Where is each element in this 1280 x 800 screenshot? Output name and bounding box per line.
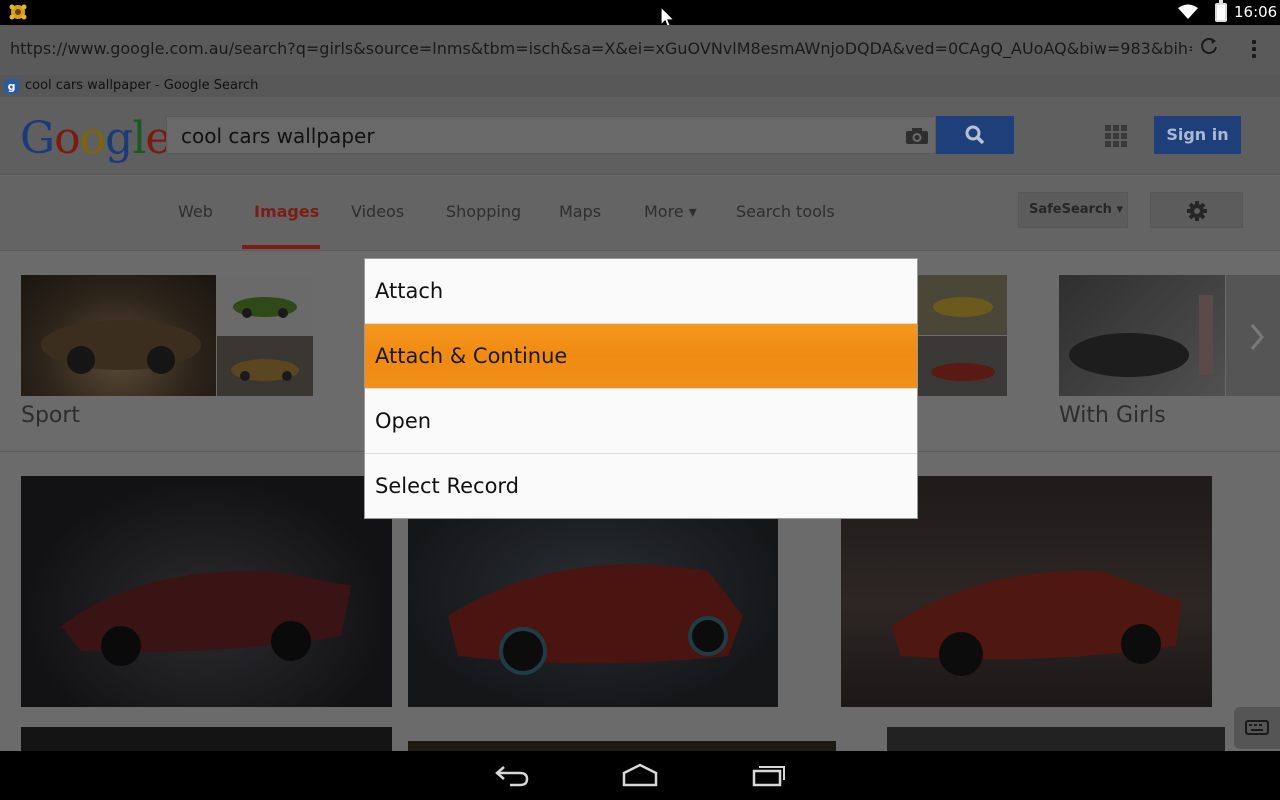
url-field[interactable]: https://www.google.com.au/search?q=girls… (10, 39, 1192, 58)
category-image-sport-yellow[interactable] (217, 336, 313, 396)
menu-item-select-record[interactable]: Select Record (365, 454, 917, 519)
settings-button[interactable] (1150, 192, 1243, 228)
result-image-5[interactable] (408, 741, 836, 751)
tab-web[interactable]: Web (178, 202, 213, 221)
clock: 16:06 (1234, 3, 1278, 21)
safesearch-dropdown[interactable]: SafeSearch ▾ (1018, 192, 1128, 228)
recent-apps-icon[interactable] (751, 763, 787, 787)
tab-title[interactable]: cool cars wallpaper - Google Search (25, 78, 258, 93)
gear-icon (1187, 201, 1207, 221)
camera-icon[interactable] (905, 127, 929, 145)
search-box (166, 116, 936, 154)
google-logo[interactable]: Google (20, 113, 171, 164)
category-label-sport[interactable]: Sport (21, 403, 80, 428)
category-image-with-girls[interactable] (1059, 275, 1225, 396)
home-icon[interactable] (621, 763, 659, 787)
menu-item-attach-continue[interactable]: Attach & Continue (365, 324, 917, 389)
search-input[interactable] (179, 123, 879, 149)
result-image-1[interactable] (21, 476, 392, 707)
search-icon (965, 125, 985, 145)
notification-flower-icon (9, 4, 27, 20)
next-categories-arrow[interactable] (1226, 275, 1280, 396)
google-favicon-icon: g (4, 79, 19, 94)
status-bar: 16:06 (0, 0, 1280, 29)
wifi-icon (1178, 4, 1198, 19)
google-header: Google Sign in (0, 97, 1280, 175)
tab-videos[interactable]: Videos (351, 202, 404, 221)
search-tools-button[interactable]: Search tools (736, 202, 835, 221)
category-label-with-girls[interactable]: With Girls (1059, 403, 1166, 428)
overflow-menu-icon[interactable] (1244, 37, 1264, 63)
context-menu-dialog: Attach Attach & Continue Open Select Rec… (364, 258, 918, 519)
tab-more[interactable]: More ▾ (644, 202, 697, 221)
sign-in-button[interactable]: Sign in (1154, 116, 1241, 154)
category-image-sport-main[interactable] (21, 275, 216, 396)
battery-icon (1215, 0, 1227, 22)
system-navigation-bar (0, 751, 1280, 800)
apps-grid-icon[interactable] (1105, 125, 1127, 147)
category-image-red-car[interactable] (918, 336, 1007, 396)
keyboard-toggle-button[interactable] (1234, 707, 1280, 749)
search-nav: Web Images Videos Shopping Maps More ▾ S… (0, 176, 1280, 251)
tab-shopping[interactable]: Shopping (446, 202, 521, 221)
url-bar: https://www.google.com.au/search?q=girls… (0, 25, 1280, 75)
result-image-6[interactable] (887, 727, 1225, 751)
search-button[interactable] (936, 116, 1014, 154)
menu-item-open[interactable]: Open (365, 389, 917, 454)
menu-item-attach[interactable]: Attach (365, 259, 917, 324)
tab-images[interactable]: Images (254, 202, 319, 221)
reload-icon[interactable] (1199, 36, 1219, 56)
back-icon[interactable] (494, 763, 530, 787)
category-image-sport-green[interactable] (217, 275, 313, 335)
result-image-4[interactable] (21, 727, 392, 751)
category-image-yellow-car[interactable] (918, 275, 1007, 335)
tab-strip: g cool cars wallpaper - Google Search (0, 75, 1280, 97)
keyboard-icon (1245, 720, 1269, 735)
tab-maps[interactable]: Maps (559, 202, 601, 221)
active-tab-indicator (242, 245, 320, 249)
